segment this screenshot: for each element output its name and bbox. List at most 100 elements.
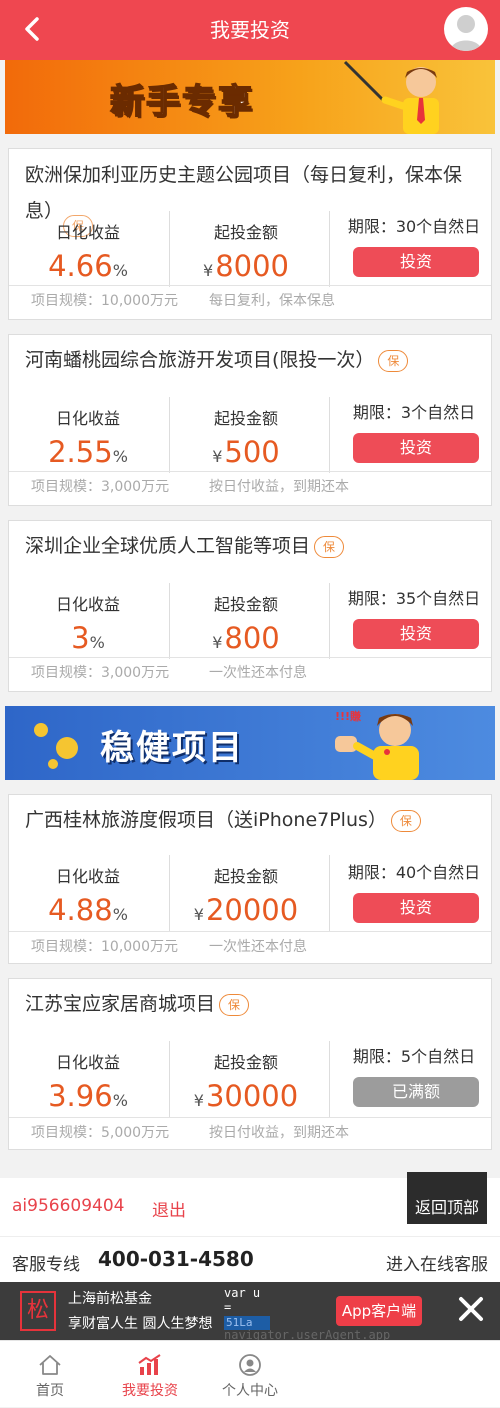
bottom-tab-bar: 首页 我要投资 个人中心 bbox=[0, 1340, 500, 1407]
project-scale: 项目规模：5,000万元 bbox=[31, 1125, 170, 1141]
service-phone[interactable]: 400-031-4580 bbox=[98, 1247, 254, 1271]
invest-button[interactable]: 投资 bbox=[353, 619, 479, 649]
service-bar: 客服专线 400-031-4580 进入在线客服 bbox=[0, 1236, 500, 1282]
term-text: 期限：5个自然日 bbox=[352, 1047, 476, 1066]
divider bbox=[169, 1041, 170, 1117]
project-card[interactable]: 江苏宝应家居商城项目保 日化收益 3.96% 起投金额 ¥30000 期限：5个… bbox=[8, 978, 492, 1150]
tab-profile[interactable]: 个人中心 bbox=[200, 1341, 300, 1408]
project-scale: 项目规模：10,000万元 bbox=[31, 293, 178, 309]
invest-button[interactable]: 投资 bbox=[353, 433, 479, 463]
divider bbox=[329, 397, 330, 473]
min-value: 8000 bbox=[215, 249, 289, 283]
project-scale: 项目规模：3,000万元 bbox=[31, 479, 170, 495]
sold-out-button[interactable]: 已满额 bbox=[353, 1077, 479, 1107]
repay-method: 每日复利，保本保息 bbox=[209, 293, 335, 309]
logout-link[interactable]: 退出 bbox=[152, 1196, 186, 1221]
term-text: 期限：3个自然日 bbox=[352, 403, 476, 422]
header: 我要投资 bbox=[0, 0, 500, 60]
banner-title: 新手专享 bbox=[109, 81, 254, 123]
mascot-pointer-illustration bbox=[343, 60, 439, 134]
daily-rate: 日化收益 4.66% bbox=[48, 223, 128, 283]
company-slogan: 享财富人生 圆人生梦想 bbox=[68, 1316, 213, 1332]
divider bbox=[329, 583, 330, 659]
guarantee-badge: 保 bbox=[390, 809, 421, 832]
rate-value: 4.88 bbox=[48, 893, 113, 927]
daily-rate: 日化收益 2.55% bbox=[48, 409, 128, 469]
company-logo: 松 bbox=[20, 1291, 56, 1331]
divider bbox=[169, 211, 170, 287]
project-card[interactable]: 欧洲保加利亚历史主题公园项目（每日复利，保本保息） 保 日化收益 4.66% 起… bbox=[8, 148, 492, 320]
chart-icon bbox=[138, 1354, 161, 1375]
project-scale: 项目规模：3,000万元 bbox=[31, 665, 170, 681]
min-value: 20000 bbox=[205, 893, 299, 927]
user-avatar-icon bbox=[450, 15, 482, 51]
divider bbox=[169, 583, 170, 659]
guarantee-badge: 保 bbox=[314, 535, 345, 558]
app-download-button[interactable]: App客户端 bbox=[336, 1296, 422, 1326]
app-download-bar: 松 上海前松基金 享财富人生 圆人生梦想 var u = 51La naviga… bbox=[0, 1282, 500, 1342]
user-icon bbox=[239, 1354, 261, 1376]
banner-title: 稳健项目 bbox=[100, 728, 244, 768]
min-amount: 起投金额 ¥20000 bbox=[193, 867, 299, 927]
divider bbox=[329, 1041, 330, 1117]
min-amount: 起投金额 ¥8000 bbox=[203, 223, 289, 283]
project-footer: 项目规模：3,000万元 一次性还本付息 bbox=[9, 657, 491, 687]
coins-icon bbox=[34, 723, 78, 769]
close-icon[interactable] bbox=[456, 1294, 486, 1324]
project-name: 河南蟠桃园综合旅游开发项目(限投一次）保 bbox=[25, 343, 483, 377]
service-label: 客服专线 bbox=[12, 1255, 80, 1275]
invest-button[interactable]: 投资 bbox=[353, 893, 479, 923]
repay-method: 按日付收益，到期还本 bbox=[209, 479, 349, 495]
stats-script-text: var u = 51La bbox=[224, 1286, 274, 1332]
divider bbox=[329, 211, 330, 287]
page-title: 我要投资 bbox=[210, 18, 290, 42]
project-footer: 项目规模：10,000万元 每日复利，保本保息 bbox=[9, 285, 491, 315]
min-value: 800 bbox=[224, 621, 280, 655]
tab-invest[interactable]: 我要投资 bbox=[100, 1341, 200, 1408]
divider bbox=[169, 855, 170, 931]
project-card[interactable]: 河南蟠桃园综合旅游开发项目(限投一次）保 日化收益 2.55% 起投金额 ¥50… bbox=[8, 334, 492, 506]
rate-value: 3.96 bbox=[48, 1079, 113, 1113]
stable-banner[interactable]: 稳健项目 !!!賺 bbox=[5, 706, 495, 780]
project-scale: 项目规模：10,000万元 bbox=[31, 939, 178, 955]
min-amount: 起投金额 ¥500 bbox=[212, 409, 280, 469]
guarantee-badge: 保 bbox=[378, 349, 409, 372]
min-value: 500 bbox=[224, 435, 280, 469]
min-amount: 起投金额 ¥800 bbox=[212, 595, 280, 655]
project-name: 广西桂林旅游度假项目（送iPhone7Plus）保 bbox=[25, 803, 483, 837]
project-name: 江苏宝应家居商城项目保 bbox=[25, 987, 483, 1021]
tab-home[interactable]: 首页 bbox=[0, 1341, 100, 1408]
repay-method: 按日付收益，到期还本 bbox=[209, 1125, 349, 1141]
invest-button[interactable]: 投资 bbox=[353, 247, 479, 277]
project-footer: 项目规模：3,000万元 按日付收益，到期还本 bbox=[9, 471, 491, 501]
min-amount: 起投金额 ¥30000 bbox=[193, 1053, 299, 1113]
daily-rate: 日化收益 4.88% bbox=[48, 867, 128, 927]
term-text: 期限：30个自然日 bbox=[347, 217, 481, 236]
term-text: 期限：40个自然日 bbox=[347, 863, 481, 882]
daily-rate: 日化收益 3.96% bbox=[48, 1053, 128, 1113]
repay-method: 一次性还本付息 bbox=[209, 939, 307, 955]
online-service-link[interactable]: 进入在线客服 bbox=[386, 1250, 488, 1275]
daily-rate: 日化收益 3% bbox=[55, 595, 120, 655]
newbie-banner[interactable]: 新手专享 bbox=[5, 60, 495, 134]
guarantee-badge: 保 bbox=[219, 993, 250, 1016]
project-card[interactable]: 广西桂林旅游度假项目（送iPhone7Plus）保 日化收益 4.88% 起投金… bbox=[8, 794, 492, 964]
avatar[interactable] bbox=[444, 7, 488, 51]
term-text: 期限：35个自然日 bbox=[347, 589, 481, 608]
back-to-top-button[interactable]: 返回顶部 bbox=[407, 1172, 487, 1224]
project-footer: 项目规模：5,000万元 按日付收益，到期还本 bbox=[9, 1117, 491, 1147]
project-card[interactable]: 深圳企业全球优质人工智能等项目保 日化收益 3% 起投金额 ¥800 期限：35… bbox=[8, 520, 492, 692]
rate-value: 2.55 bbox=[48, 435, 113, 469]
project-name: 深圳企业全球优质人工智能等项目保 bbox=[25, 529, 483, 563]
divider bbox=[169, 397, 170, 473]
home-icon bbox=[39, 1355, 61, 1375]
mascot-thumbsup-illustration bbox=[335, 714, 419, 780]
divider bbox=[329, 855, 330, 931]
repay-method: 一次性还本付息 bbox=[209, 665, 307, 681]
rate-value: 4.66 bbox=[48, 249, 113, 283]
company-name: 上海前松基金 bbox=[68, 1291, 152, 1307]
rate-value: 3 bbox=[71, 621, 90, 655]
min-value: 30000 bbox=[205, 1079, 299, 1113]
account-name[interactable]: ai956609404 bbox=[12, 1196, 124, 1216]
project-footer: 项目规模：10,000万元 一次性还本付息 bbox=[9, 931, 491, 961]
